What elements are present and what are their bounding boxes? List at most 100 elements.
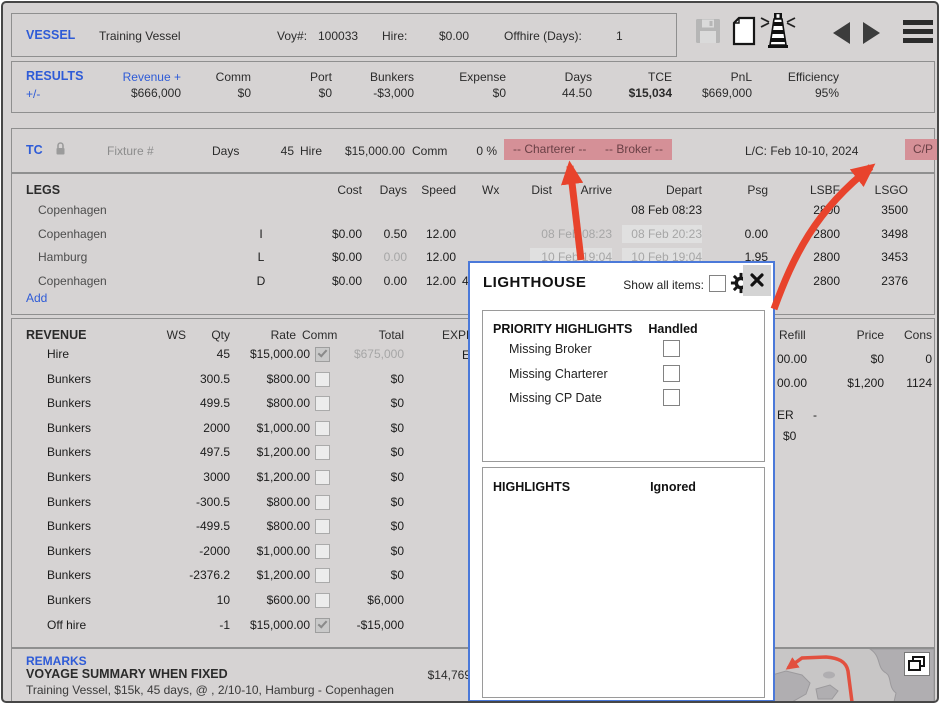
map-popout-button[interactable] [904, 652, 930, 676]
lock-icon[interactable] [54, 141, 67, 161]
revenue-rate[interactable]: $1,200.00 [234, 468, 310, 486]
leg-psg [710, 201, 768, 219]
leg-arrive[interactable] [530, 201, 612, 219]
leg-speed[interactable] [408, 201, 456, 219]
laycan-value[interactable]: L/C: Feb 10-10, 2024 [745, 143, 858, 159]
handled-checkbox[interactable] [663, 389, 680, 406]
leg-cost[interactable]: $0.00 [290, 272, 362, 290]
leg-port[interactable]: Copenhagen [38, 225, 188, 243]
revenue-rate[interactable]: $15,000.00 [234, 616, 310, 634]
revenue-total: $0 [338, 419, 404, 437]
leg-depart[interactable]: 08 Feb 08:23 [622, 201, 702, 219]
comm-checkbox[interactable] [315, 372, 330, 387]
revenue-qty[interactable]: 497.5 [158, 443, 230, 461]
revenue-rate[interactable]: $600.00 [234, 591, 310, 609]
revenue-qty[interactable]: 45 [158, 345, 230, 363]
leg-speed[interactable]: 12.00 [408, 272, 456, 290]
comm-checkbox[interactable] [315, 421, 330, 436]
broker-placeholder[interactable]: -- Broker -- [605, 142, 663, 156]
leg-depart[interactable]: 08 Feb 20:23 [622, 225, 702, 243]
handled-checkbox[interactable] [663, 340, 680, 357]
revenue-qty[interactable]: -1 [158, 616, 230, 634]
leg-arrive[interactable]: 08 Feb 08:23 [530, 225, 612, 243]
comm-checkbox[interactable] [315, 495, 330, 510]
bunkers-price-value[interactable]: $0 [834, 350, 884, 368]
leg-port[interactable]: Hamburg [38, 248, 188, 266]
revenue-rate[interactable]: $800.00 [234, 493, 310, 511]
revenue-rate[interactable]: $1,200.00 [234, 566, 310, 584]
revenue-rate[interactable]: $1,200.00 [234, 443, 310, 461]
comm-checkbox[interactable] [315, 593, 330, 608]
handled-checkbox[interactable] [663, 365, 680, 382]
voyage-number-value[interactable]: 100033 [318, 28, 358, 44]
dialog-title: LIGHTHOUSE [483, 274, 586, 291]
leg-port[interactable]: Copenhagen [38, 201, 188, 219]
bunkers-cons-value: 1124 [890, 374, 932, 392]
revenue-rate[interactable]: $1,000.00 [234, 419, 310, 437]
leg-port[interactable]: Copenhagen [38, 272, 188, 290]
tc-comm-value[interactable]: 0 % [457, 143, 497, 159]
fixture-number-field[interactable]: Fixture # [107, 143, 154, 159]
revenue-qty[interactable]: 10 [158, 591, 230, 609]
revenue-rate[interactable]: $800.00 [234, 394, 310, 412]
leg-lsgo: 3498 [846, 225, 908, 243]
vessel-name[interactable]: Training Vessel [99, 28, 181, 44]
leg-days[interactable]: 0.00 [365, 272, 407, 290]
leg-type [248, 201, 274, 219]
revenue-qty[interactable]: 300.5 [158, 370, 230, 388]
comm-checkbox[interactable] [315, 470, 330, 485]
offhire-value[interactable]: 1 [616, 28, 623, 44]
leg-days[interactable]: 0.00 [365, 248, 407, 266]
revenue-rate[interactable]: $800.00 [234, 370, 310, 388]
charterer-broker-chip[interactable]: -- Charterer -- -- Broker -- [504, 139, 672, 160]
revenue-qty[interactable]: 3000 [158, 468, 230, 486]
hamburger-menu-icon[interactable] [903, 20, 933, 47]
bunkers-refill-fragment[interactable]: 00.00 [777, 350, 807, 368]
vessel-label[interactable]: VESSEL [26, 27, 75, 43]
save-button[interactable] [695, 18, 721, 49]
leg-speed[interactable]: 12.00 [408, 248, 456, 266]
nav-next-icon[interactable] [863, 22, 880, 44]
comm-checkbox[interactable] [315, 618, 330, 633]
show-all-items-checkbox[interactable] [709, 275, 726, 292]
cp-date-chip[interactable]: C/P [905, 139, 939, 160]
revenue-rate[interactable]: $800.00 [234, 517, 310, 535]
lighthouse-button[interactable] [759, 10, 797, 55]
tc-days-value[interactable]: 45 [252, 143, 294, 159]
tc-title[interactable]: TC [26, 142, 43, 158]
leg-days[interactable] [365, 201, 407, 219]
tc-hire-value[interactable]: $15,000.00 [324, 143, 405, 159]
revenue-rate[interactable]: $15,000.00 [234, 345, 310, 363]
leg-speed[interactable]: 12.00 [408, 225, 456, 243]
revenue-qty[interactable]: -2376.2 [158, 566, 230, 584]
results-plus-minus-toggle[interactable]: +/- [26, 86, 40, 102]
comm-checkbox[interactable] [315, 568, 330, 583]
comm-checkbox[interactable] [315, 519, 330, 534]
revenue-qty[interactable]: 499.5 [158, 394, 230, 412]
revenue-qty[interactable]: -300.5 [158, 493, 230, 511]
new-document-button[interactable] [732, 16, 756, 51]
comm-checkbox[interactable] [315, 544, 330, 559]
leg-type: D [248, 272, 274, 290]
bunkers-refill-fragment[interactable]: 00.00 [777, 374, 807, 392]
leg-cost[interactable]: $0.00 [290, 225, 362, 243]
app-window: VESSEL Training Vessel Voy#: 100033 Hire… [1, 1, 939, 703]
bunkers-price-value[interactable]: $1,200 [834, 374, 884, 392]
revenue-qty[interactable]: -499.5 [158, 517, 230, 535]
comm-checkbox[interactable] [315, 445, 330, 460]
nav-previous-icon[interactable] [833, 22, 850, 44]
comm-checkbox[interactable] [315, 347, 330, 362]
comm-checkbox[interactable] [315, 396, 330, 411]
leg-cost[interactable] [290, 201, 362, 219]
revenue-qty[interactable]: 2000 [158, 419, 230, 437]
leg-cost[interactable]: $0.00 [290, 248, 362, 266]
charterer-placeholder[interactable]: -- Charterer -- [513, 142, 586, 156]
leg-days[interactable]: 0.50 [365, 225, 407, 243]
close-button[interactable] [743, 265, 771, 296]
revenue-qty[interactable]: -2000 [158, 542, 230, 560]
hire-value[interactable]: $0.00 [414, 28, 469, 44]
add-leg-link[interactable]: Add [26, 290, 47, 306]
leg-row: CopenhagenI$0.000.5012.0008 Feb 08:2308 … [12, 225, 934, 243]
revenue-rate[interactable]: $1,000.00 [234, 542, 310, 560]
revenue-item-name: Hire [47, 345, 167, 363]
